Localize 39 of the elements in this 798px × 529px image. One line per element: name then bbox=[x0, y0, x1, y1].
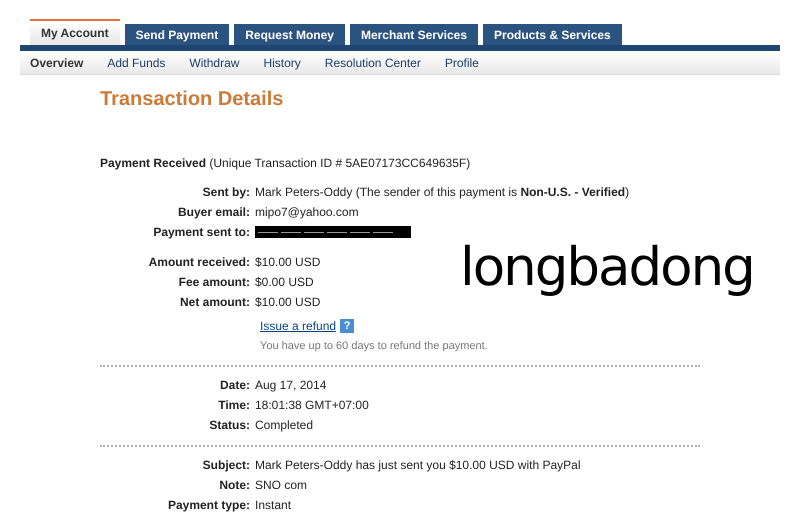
field-label: Payment sent to: bbox=[152, 224, 251, 241]
refund-link[interactable]: Issue a refund bbox=[260, 317, 336, 335]
field-label: Subject: bbox=[202, 456, 251, 474]
subnav-link[interactable]: Withdraw bbox=[189, 54, 240, 72]
nav-tab[interactable]: Products & Services bbox=[483, 24, 622, 45]
subnav-link[interactable]: Profile bbox=[444, 54, 479, 72]
field-label: Status: bbox=[208, 416, 251, 434]
field-label: Payment type: bbox=[166, 496, 251, 514]
field-label: Fee amount: bbox=[178, 274, 251, 291]
field-label: Time: bbox=[217, 396, 251, 414]
field-label: Amount received: bbox=[148, 254, 251, 271]
field-value: Mark Peters-Oddy has just sent you $10.00 USD with PayPal bbox=[255, 456, 580, 474]
field-label: Note: bbox=[218, 476, 251, 494]
nav-tab[interactable]: My Account bbox=[30, 19, 120, 45]
field-label: Net amount: bbox=[179, 294, 251, 311]
nav-tab[interactable]: Send Payment bbox=[124, 24, 230, 45]
subnav-link[interactable]: Add Funds bbox=[107, 54, 166, 72]
refund-hint: You have up to 60 days to refund the payment. bbox=[259, 339, 488, 354]
field-value: $10.00 USD bbox=[255, 294, 320, 311]
subnav-link[interactable]: History bbox=[263, 54, 301, 72]
field-value: mipo7@yahoo.com bbox=[255, 204, 359, 221]
field-value: $10.00 USD bbox=[255, 254, 320, 271]
field-label: Sent by: bbox=[202, 184, 251, 201]
field-value: Mark Peters-Oddy (The sender of this payment is Non-U.S. - Verified) bbox=[255, 184, 630, 201]
field-value: 18:01:38 GMT+07:00 bbox=[255, 396, 369, 414]
field-label: Buyer email: bbox=[176, 204, 251, 221]
field-label: Date: bbox=[218, 376, 251, 394]
field-value: Aug 17, 2014 bbox=[255, 376, 326, 394]
nav-tab[interactable]: Merchant Services bbox=[350, 24, 478, 45]
field-value: SNO com bbox=[255, 476, 308, 494]
page-title: Transaction Details bbox=[100, 87, 284, 111]
field-value: Completed bbox=[255, 416, 314, 434]
nav-tab[interactable]: Request Money bbox=[234, 24, 345, 45]
field-value: $0.00 USD bbox=[255, 274, 314, 291]
subnav-link[interactable]: Resolution Center bbox=[324, 54, 421, 72]
field-value: Instant bbox=[255, 496, 292, 514]
subnav-link[interactable]: Overview bbox=[30, 54, 84, 72]
summary-text: Payment Received (Unique Transaction ID # 5AE07173CC649635F) bbox=[100, 156, 470, 170]
overlay-text: longbadong bbox=[460, 236, 754, 300]
